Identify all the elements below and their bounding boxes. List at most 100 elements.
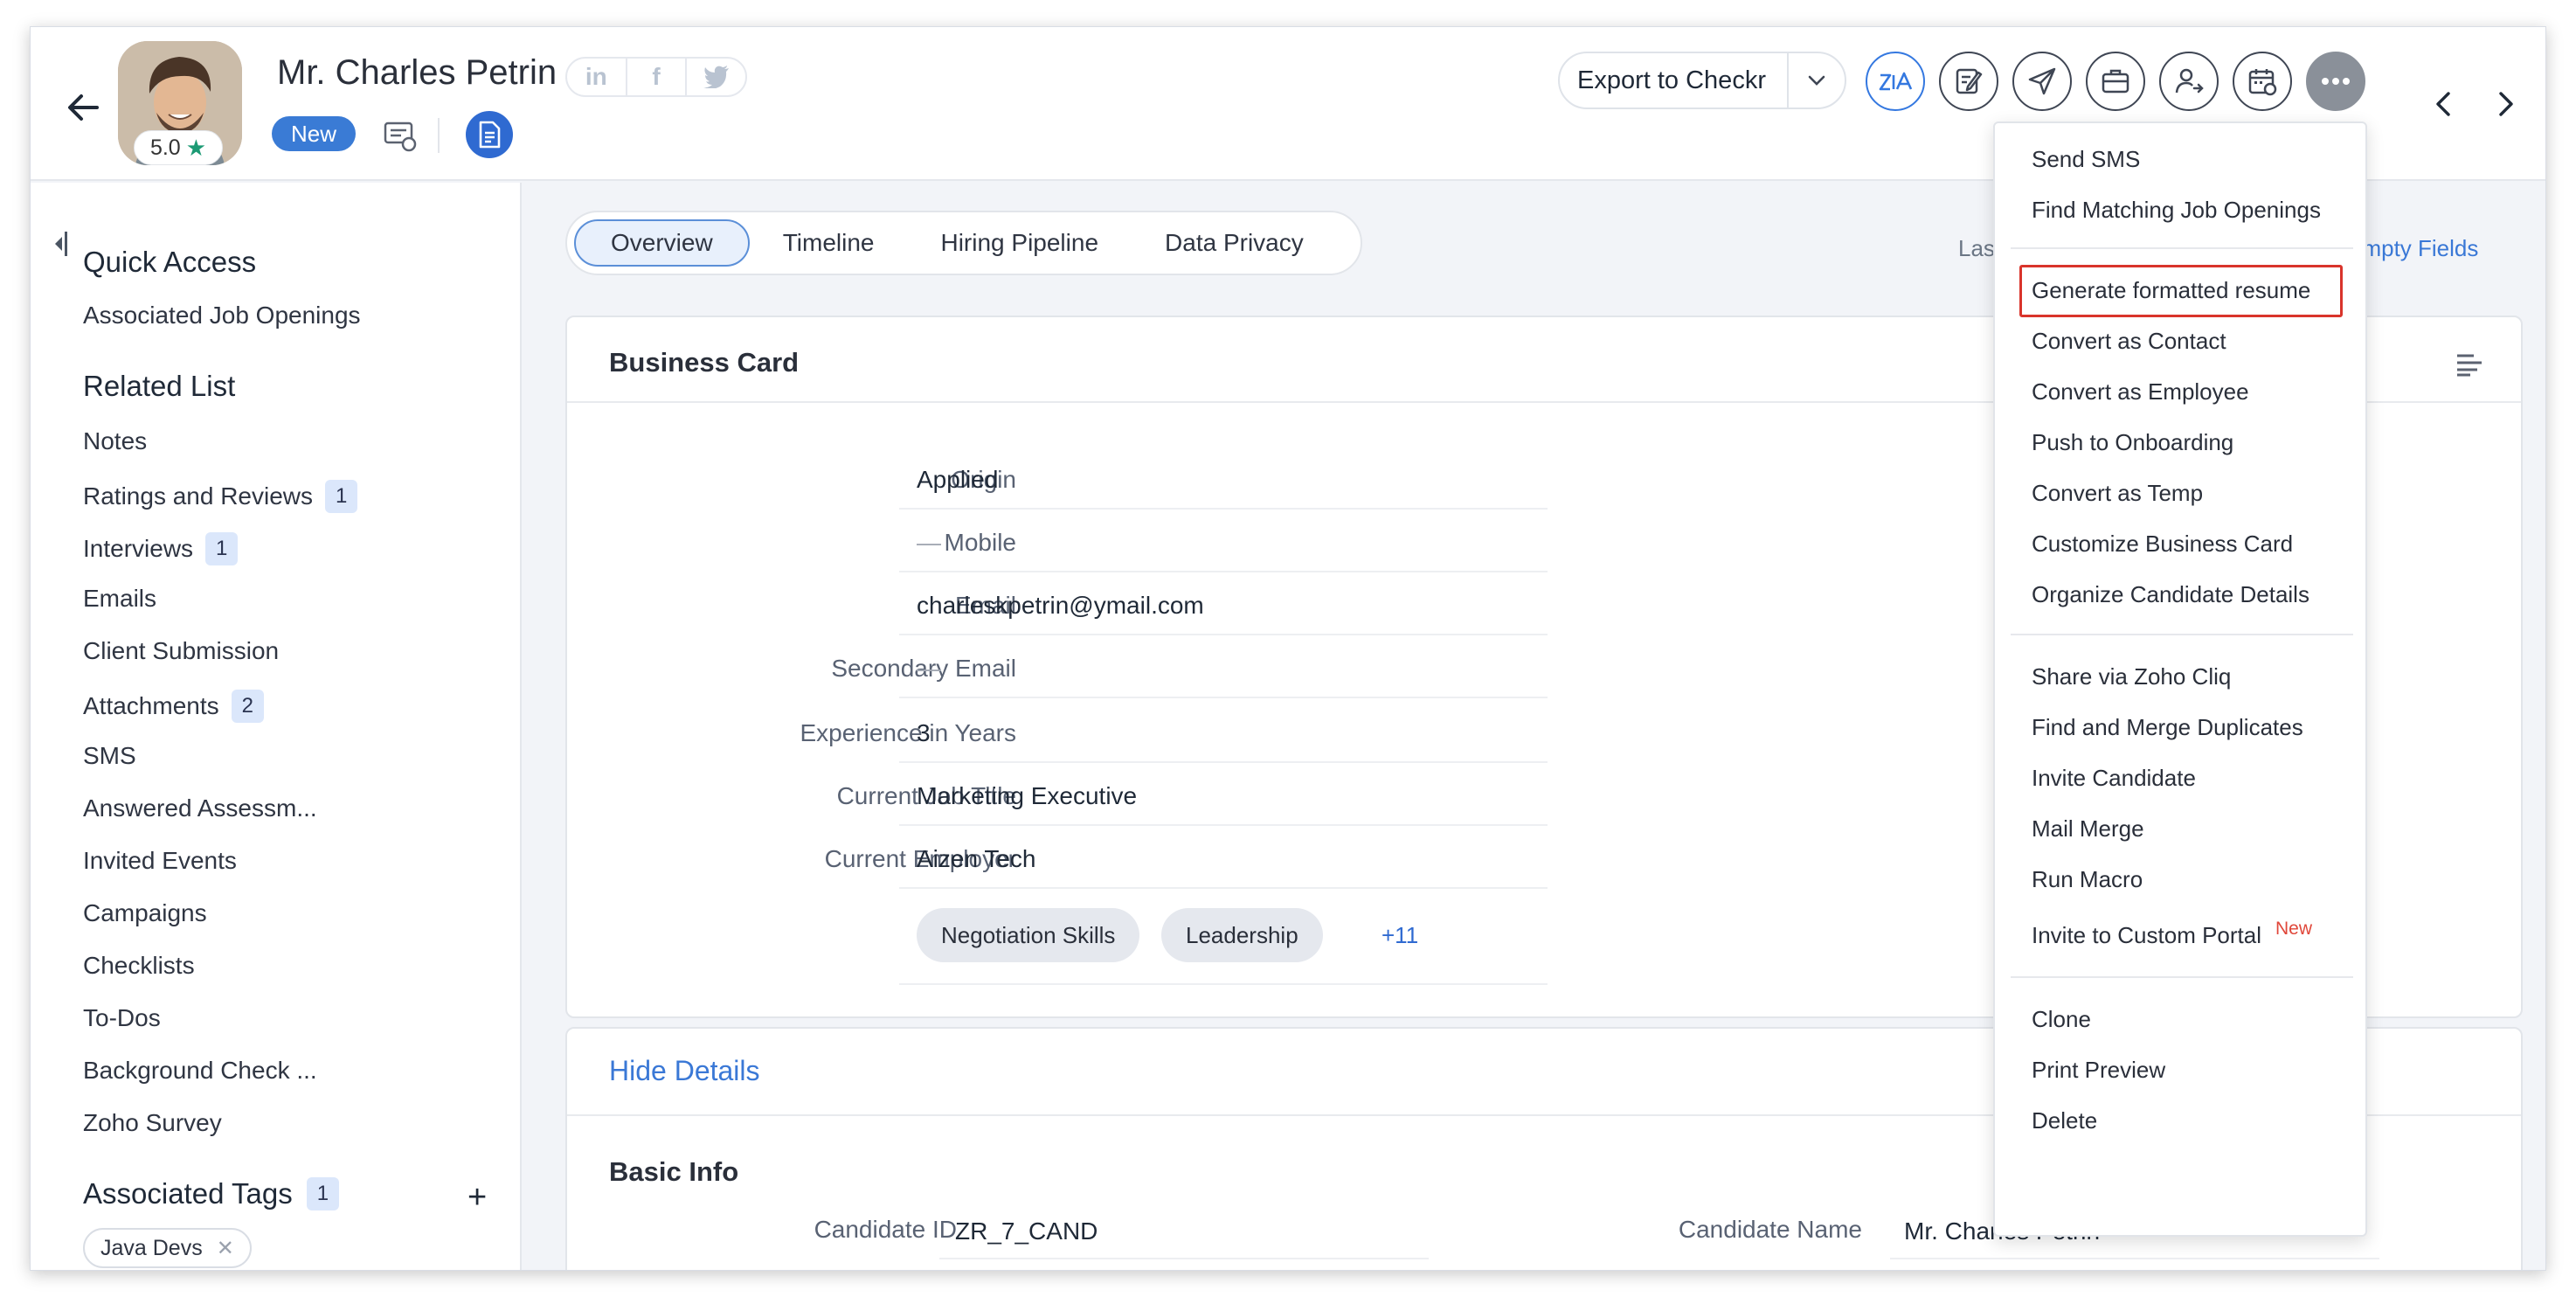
resume-button[interactable] [466,111,513,158]
menu-item-organize-candidate-details[interactable]: Organize Candidate Details [2032,581,2309,608]
menu-item-run-macro[interactable]: Run Macro [2032,866,2143,893]
assign-user-icon[interactable] [2159,52,2219,111]
sidebar-item-label: Answered Assessm... [83,794,317,822]
field-underline [899,697,1548,698]
sidebar-item-ratings-and-reviews[interactable]: Ratings and Reviews 1 [83,480,358,513]
close-icon[interactable]: ✕ [217,1236,234,1261]
list-settings-icon[interactable] [2455,352,2484,377]
field-underline [899,824,1548,826]
sidebar: Quick Access Associated Job Openings Rel… [31,183,522,1270]
menu-item-invite-candidate[interactable]: Invite Candidate [2032,765,2196,792]
field-value-origin: Applied [917,466,999,493]
sidebar-item-label: Client Submission [83,637,280,664]
more-actions-menu: Send SMS Find Matching Job Openings Gene… [1993,121,2367,1237]
menu-separator [2011,976,2353,978]
menu-item-customize-business-card[interactable]: Customize Business Card [2032,531,2293,558]
field-value-secondary-email: — [917,655,941,682]
sidebar-item-checklists[interactable]: Checklists [83,952,195,980]
tab-overview[interactable]: Overview [574,219,750,267]
associated-tags-title: Associated Tags 1 [83,1177,340,1210]
more-skills-link[interactable]: +11 [1381,922,1418,949]
export-to-checkr-button[interactable]: Export to Checkr [1558,52,1846,109]
menu-item-label: Invite to Custom Portal [2032,922,2261,948]
empty-fields-link[interactable]: empty Fields [2350,235,2478,262]
sidebar-item-zoho-survey[interactable]: Zoho Survey [83,1109,222,1137]
sidebar-item-associated-job-openings[interactable]: Associated Job Openings [83,302,361,329]
sidebar-item-attachments[interactable]: Attachments 2 [83,690,264,723]
field-underline [1890,1258,2379,1259]
field-value-email[interactable]: charleskpetrin@ymail.com [917,592,1204,620]
menu-item-send-sms[interactable]: Send SMS [2032,146,2140,173]
count-badge: 1 [306,1177,340,1210]
zia-icon[interactable] [1866,52,1925,111]
sidebar-item-answered-assessments[interactable]: Answered Assessm... [83,794,317,822]
arrow-left-icon[interactable] [62,87,104,128]
field-underline [899,983,1548,985]
tab-data-privacy[interactable]: Data Privacy [1132,219,1337,267]
edit-note-icon[interactable] [1939,52,1998,111]
field-underline [899,887,1548,889]
sidebar-item-label: To-Dos [83,1004,161,1031]
header-separator [438,118,440,153]
menu-item-print-preview[interactable]: Print Preview [2032,1057,2165,1084]
facebook-icon[interactable]: f [627,59,688,95]
sidebar-item-interviews[interactable]: Interviews 1 [83,532,239,565]
record-tabs: Overview Timeline Hiring Pipeline Data P… [565,211,1362,275]
menu-item-clone[interactable]: Clone [2032,1006,2091,1033]
chevron-down-icon[interactable] [1789,74,1845,87]
message-status-icon[interactable] [382,118,417,153]
twitter-icon[interactable] [687,59,745,95]
count-badge: 2 [231,690,264,723]
tab-hiring-pipeline[interactable]: Hiring Pipeline [907,219,1132,267]
linkedin-icon[interactable]: in [567,59,627,95]
sidebar-item-background-check[interactable]: Background Check ... [83,1057,317,1085]
menu-item-convert-as-contact[interactable]: Convert as Contact [2032,328,2226,355]
sidebar-item-label: Background Check ... [83,1057,317,1084]
menu-separator [2011,247,2353,249]
field-label-experience: Experience in Years [800,719,1016,746]
business-card-title: Business Card [609,347,800,378]
sidebar-item-label: SMS [83,742,136,769]
menu-separator [2011,634,2353,635]
send-icon[interactable] [2012,52,2072,111]
tag-chip[interactable]: Java Devs ✕ [83,1228,252,1268]
sidebar-item-label: Attachments [83,692,219,719]
field-underline [899,634,1548,635]
menu-item-share-via-zoho-cliq[interactable]: Share via Zoho Cliq [2032,663,2231,690]
sidebar-item-notes[interactable]: Notes [83,427,147,455]
field-value-current-employer: Aizen Tech [917,845,1036,872]
menu-item-invite-to-custom-portal[interactable]: Invite to Custom Portal New [2032,919,2312,949]
sidebar-item-emails[interactable]: Emails [83,585,156,613]
menu-item-mail-merge[interactable]: Mail Merge [2032,815,2144,843]
collapse-sidebar-icon[interactable] [50,230,69,258]
status-badge[interactable]: New [272,116,357,151]
sidebar-item-label: Associated Job Openings [83,302,361,329]
rating-value: 5.0 [149,135,181,160]
sidebar-item-sms[interactable]: SMS [83,742,136,770]
menu-item-convert-as-employee[interactable]: Convert as Employee [2032,378,2249,406]
sidebar-item-to-dos[interactable]: To-Dos [83,1004,161,1032]
more-horizontal-icon[interactable] [2306,52,2365,111]
sidebar-item-client-submission[interactable]: Client Submission [83,637,279,665]
menu-item-find-and-merge-duplicates[interactable]: Find and Merge Duplicates [2032,714,2303,741]
sidebar-item-campaigns[interactable]: Campaigns [83,899,207,927]
calendar-icon[interactable] [2233,52,2292,111]
associated-tags-label: Associated Tags [83,1177,293,1210]
briefcase-icon[interactable] [2086,52,2145,111]
sidebar-item-invited-events[interactable]: Invited Events [83,847,237,875]
menu-item-find-matching-job-openings[interactable]: Find Matching Job Openings [2032,197,2321,224]
add-tag-icon[interactable]: + [467,1179,487,1217]
menu-item-convert-as-temp[interactable]: Convert as Temp [2032,480,2203,507]
tab-timeline[interactable]: Timeline [750,219,908,267]
menu-item-delete[interactable]: Delete [2032,1107,2097,1134]
chevron-right-icon[interactable] [2489,88,2521,120]
sidebar-item-label: Invited Events [83,847,237,874]
export-label: Export to Checkr [1577,66,1766,94]
rating-badge: 5.0 ★ [134,130,223,165]
chevron-left-icon[interactable] [2428,88,2460,120]
menu-item-generate-formatted-resume[interactable]: Generate formatted resume [2032,277,2310,304]
field-underline [899,571,1548,572]
hide-details-link[interactable]: Hide Details [609,1055,760,1087]
field-value-current-job-title: Marketing Executive [917,782,1138,809]
menu-item-push-to-onboarding[interactable]: Push to Onboarding [2032,429,2233,456]
